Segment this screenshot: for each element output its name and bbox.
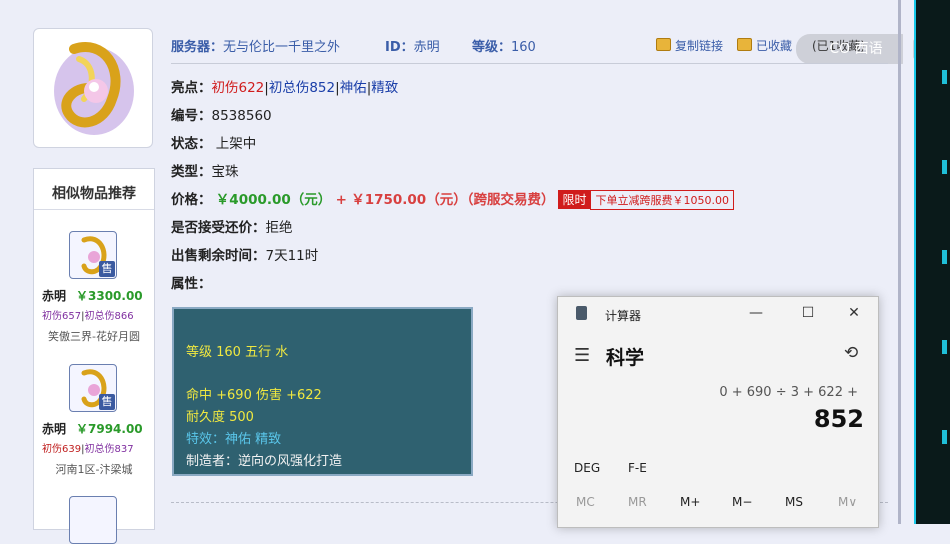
similar-items-panel: 相似物品推荐 售 赤明 ￥3300.00 初伤657|初总伤866 笑傲三界-花… xyxy=(33,168,155,544)
attr-line: 制造者：逆向の风强化打造 xyxy=(186,454,343,469)
page-scrollbar[interactable] xyxy=(898,0,901,524)
similar-items-title: 相似物品推荐 xyxy=(52,186,136,202)
calculator-result: 852 xyxy=(813,405,864,433)
seller-id: ID：赤明 xyxy=(385,40,440,55)
memory-add-button[interactable]: M+ xyxy=(680,495,700,509)
sold-badge: 售 xyxy=(99,261,115,277)
bargain-row: 是否接受还价：拒绝 xyxy=(171,220,293,236)
similar-item-image[interactable] xyxy=(69,496,117,544)
menu-icon[interactable]: ☰ xyxy=(574,345,590,366)
similar-server[interactable]: 河南1区-汴梁城 xyxy=(34,461,154,477)
price-row: 价格： ￥4000.00（元） + ￥1750.00（元）（跨服交易费） 限时 下单… xyxy=(171,188,734,210)
copy-icon xyxy=(656,38,671,51)
maximize-button[interactable]: ☐ xyxy=(795,305,821,321)
similar-server[interactable]: 笑傲三界-花好月圆 xyxy=(34,328,154,344)
similar-price: ￥7994.00 xyxy=(76,422,143,436)
history-icon[interactable]: ⟲ xyxy=(844,343,858,363)
highlights-row: 亮点：初伤622|初总伤852|神佑|精致 xyxy=(171,80,399,96)
minimize-button[interactable]: — xyxy=(743,305,769,321)
memory-recall-button[interactable]: MR xyxy=(628,495,647,509)
memory-store-button[interactable]: MS xyxy=(785,495,803,509)
memory-list-button[interactable]: M∨ xyxy=(838,495,857,509)
favorite-button[interactable]: 已收藏 xyxy=(737,37,792,54)
server-info: 服务器：无与伦比一千里之外 xyxy=(171,40,341,55)
discount-note: 下单立减跨服费￥1050.00 xyxy=(590,190,734,210)
copy-link-button[interactable]: 复制链接 xyxy=(656,37,723,54)
similar-item-image[interactable]: 售 xyxy=(69,364,117,412)
calculator-mode: 科学 xyxy=(606,347,645,369)
attributes-panel: 等级 160 五行 水 命中 +690 伤害 +622 耐久度 500 特效：神… xyxy=(172,307,473,476)
similar-item-image[interactable]: 售 xyxy=(69,231,117,279)
attr-line: 等级 160 五行 水 xyxy=(186,345,289,360)
calculator-expression: 0 + 690 ÷ 3 + 622 + xyxy=(719,385,858,400)
calculator-title: 计算器 xyxy=(605,309,642,323)
deg-button[interactable]: DEG xyxy=(574,461,600,475)
calculator-window: 计算器 — ☐ ✕ ☰ 科学 ⟲ 0 + 690 ÷ 3 + 622 + 852… xyxy=(557,296,879,528)
serial-row: 编号：8538560 xyxy=(171,108,272,124)
divider xyxy=(34,209,154,210)
sold-badge: 售 xyxy=(99,394,115,410)
similar-seller: 赤明 xyxy=(42,289,67,303)
similar-highlights: 初伤657|初总伤866 xyxy=(42,311,134,322)
attr-line: 耐久度 500 xyxy=(186,410,254,425)
limited-badge: 限时 xyxy=(558,190,591,209)
header-divider xyxy=(171,63,888,64)
remaining-row: 出售剩余时间：7天11时 xyxy=(171,248,319,264)
side-panel xyxy=(914,0,950,524)
fe-button[interactable]: F-E xyxy=(628,461,647,475)
calculator-icon xyxy=(576,306,587,320)
favorite-icon xyxy=(737,38,752,51)
similar-price: ￥3300.00 xyxy=(76,289,143,303)
memory-subtract-button[interactable]: M− xyxy=(732,495,752,509)
attr-line: 命中 +690 伤害 +622 xyxy=(186,388,322,403)
scroll-track[interactable] xyxy=(903,0,913,524)
type-row: 类型：宝珠 xyxy=(171,164,239,180)
similar-highlights: 初伤639|初总伤837 xyxy=(42,444,134,455)
similar-seller: 赤明 xyxy=(42,422,67,436)
item-level: 等级：160 xyxy=(472,40,536,55)
attr-line: 特效：神佑 精致 xyxy=(186,432,282,447)
status-row: 状态： 上架中 xyxy=(171,136,257,152)
memory-clear-button[interactable]: MC xyxy=(576,495,595,509)
attributes-label: 属性： xyxy=(171,276,212,292)
item-image[interactable] xyxy=(33,28,153,148)
pearl-icon xyxy=(54,42,134,135)
close-button[interactable]: ✕ xyxy=(841,305,867,321)
